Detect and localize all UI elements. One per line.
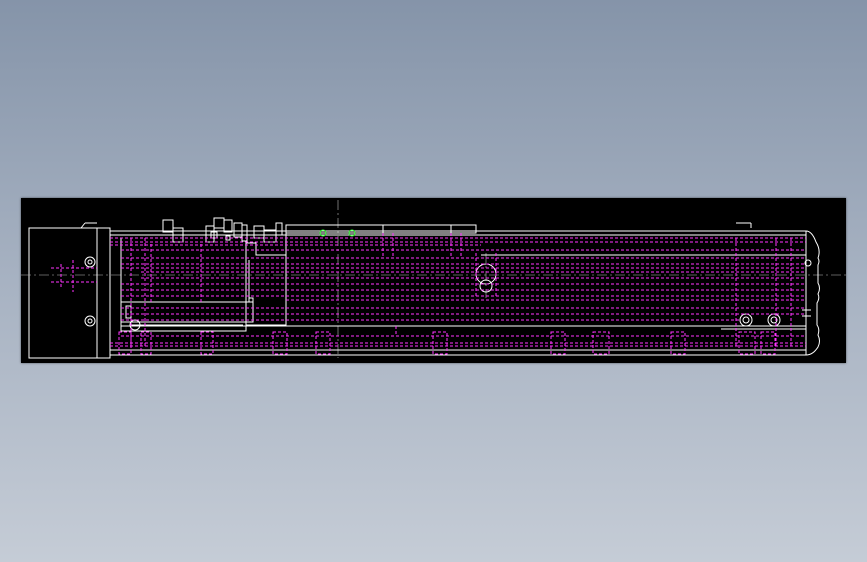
linear-actuator-drawing — [21, 200, 846, 359]
workspace-viewport — [0, 0, 867, 562]
motor-block — [28, 227, 98, 359]
cad-drawing-canvas[interactable] — [21, 198, 846, 363]
end-cap — [802, 230, 820, 356]
end-plate — [84, 227, 111, 359]
carriage — [120, 233, 287, 332]
